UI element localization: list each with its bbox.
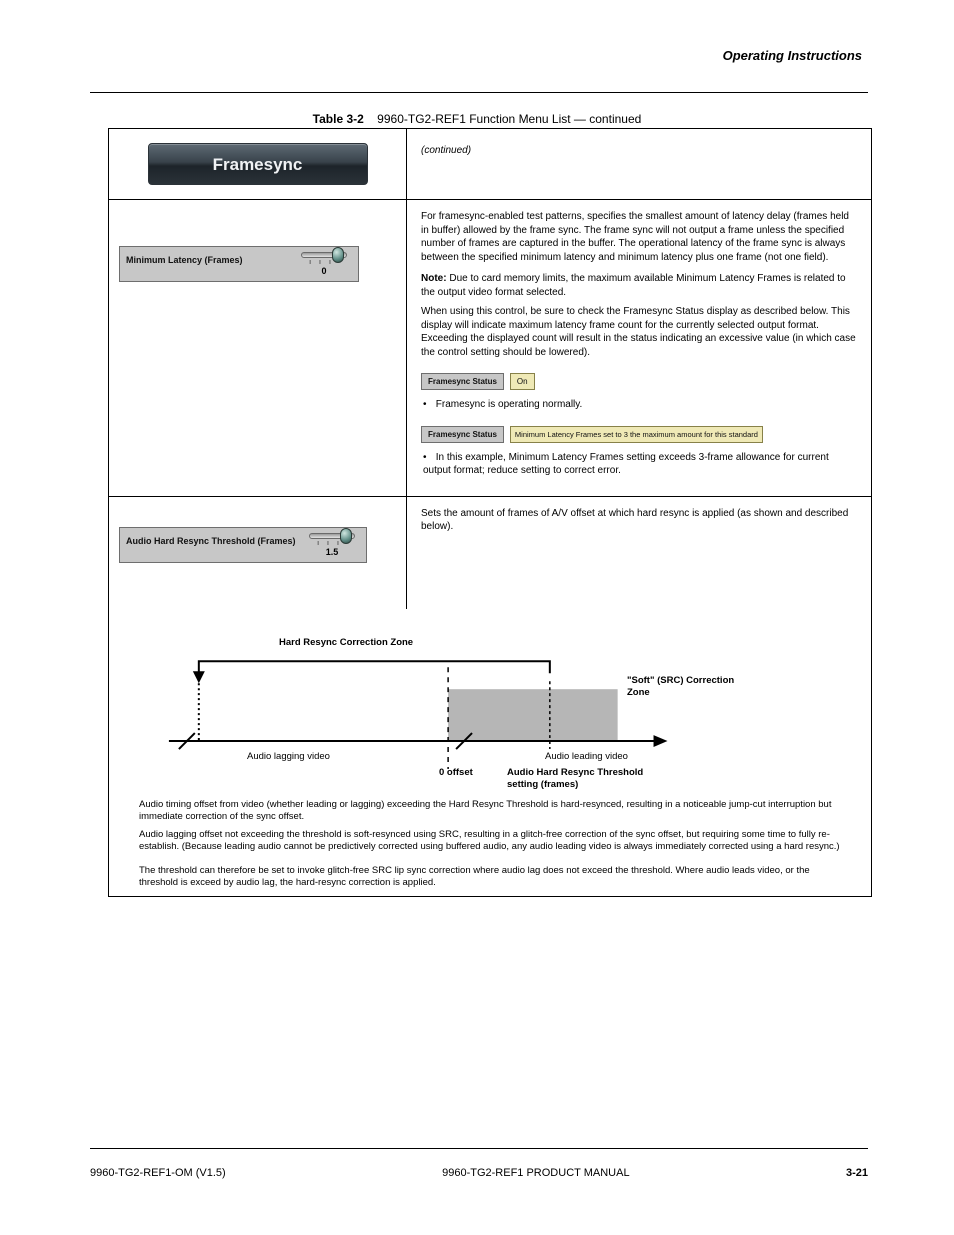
status2-bullet-text: In this example, Minimum Latency Frames … <box>423 452 829 477</box>
slider-thumb-icon[interactable] <box>332 247 344 263</box>
diagram-para1: Audio timing offset from video (whether … <box>139 799 841 824</box>
status-bullet-1: • Framesync is operating normally. <box>423 398 857 412</box>
framesync-badge: Framesync <box>148 143 368 185</box>
resync-diagram: Hard Resync Correction Zone "Soft" (SRC)… <box>139 637 841 877</box>
header-left-cell: Framesync <box>109 129 407 199</box>
note-label: Note: <box>421 273 447 284</box>
threshold-marker-label: Audio Hard Resync Threshold setting (fra… <box>507 767 657 792</box>
row-min-latency: Minimum Latency (Frames) ııı 0 For frame… <box>109 199 871 496</box>
slider-ticks: ııı <box>304 540 360 547</box>
continued-label: (continued) <box>421 145 857 156</box>
diagram-para2: Audio lagging offset not exceeding the t… <box>139 829 841 854</box>
table-caption-text: 9960-TG2-REF1 Function Menu List — conti… <box>377 112 641 126</box>
resync-value: 1.5 <box>304 547 360 557</box>
header-title: Operating Instructions <box>723 48 868 63</box>
resync-slider[interactable] <box>309 533 355 539</box>
function-table: Framesync (continued) Minimum Latency (F… <box>108 128 872 897</box>
header-rule <box>90 92 868 93</box>
status-value-1: On <box>510 373 535 390</box>
page-footer: 9960-TG2-REF1-OM (V1.5) 9960-TG2-REF1 PR… <box>90 1167 868 1179</box>
footer-page: 3-21 <box>846 1167 868 1179</box>
resync-left: Audio Hard Resync Threshold (Frames) ııı… <box>109 497 407 609</box>
hard-zone-label: Hard Resync Correction Zone <box>279 637 413 649</box>
min-latency-right: For framesync-enabled test patterns, spe… <box>407 200 871 496</box>
min-latency-left: Minimum Latency (Frames) ııı 0 <box>109 200 407 496</box>
footer-rev: 9960-TG2-REF1 PRODUCT MANUAL <box>442 1167 629 1179</box>
page: Operating Instructions Table 3-2 9960-TG… <box>0 0 954 1235</box>
soft-zone-label: "Soft" (SRC) Correction Zone <box>627 675 737 700</box>
min-latency-note: Note: Due to card memory limits, the max… <box>421 272 857 299</box>
bullet-icon: • <box>423 451 433 465</box>
min-latency-label: Minimum Latency (Frames) <box>126 252 290 265</box>
axis-left-label: Audio lagging video <box>247 751 330 763</box>
axis-right-label: Audio leading video <box>545 751 628 763</box>
min-latency-note-ex: When using this control, be sure to chec… <box>421 305 857 359</box>
diagram-para3: The threshold can therefore be set to in… <box>139 865 841 890</box>
slider-thumb-icon[interactable] <box>340 528 352 544</box>
status-label-2: Framesync Status <box>421 426 504 443</box>
min-latency-desc: For framesync-enabled test patterns, spe… <box>421 210 857 264</box>
page-header: Operating Instructions <box>90 48 868 84</box>
status-bullet-2: • In this example, Minimum Latency Frame… <box>423 451 857 478</box>
resync-desc: Sets the amount of frames of A/V offset … <box>421 507 857 534</box>
header-right-cell: (continued) <box>407 129 871 199</box>
status-label-1: Framesync Status <box>421 373 504 390</box>
note-text: Due to card memory limits, the maximum a… <box>421 273 846 298</box>
row-resync: Audio Hard Resync Threshold (Frames) ııı… <box>109 496 871 896</box>
resync-slider-wrap: ııı 1.5 <box>304 533 360 557</box>
bullet-icon: • <box>423 398 433 412</box>
status-group-1: Framesync Status On • Framesync is opera… <box>421 373 857 412</box>
resync-right: Sets the amount of frames of A/V offset … <box>407 497 871 609</box>
min-latency-slider-wrap: ııı 0 <box>296 252 352 276</box>
table-header-row: Framesync (continued) <box>109 129 871 199</box>
resync-label: Audio Hard Resync Threshold (Frames) <box>126 533 298 546</box>
status-value-2: Minimum Latency Frames set to 3 the maxi… <box>510 426 763 443</box>
table-label: Table 3-2 <box>313 112 364 126</box>
status-row-1: Framesync Status On <box>421 373 857 390</box>
table-caption: Table 3-2 9960-TG2-REF1 Function Menu Li… <box>0 112 954 126</box>
min-latency-value: 0 <box>296 266 352 276</box>
status1-bullet-text: Framesync is operating normally. <box>436 399 583 410</box>
status-group-2: Framesync Status Minimum Latency Frames … <box>421 426 857 478</box>
min-latency-slider[interactable] <box>301 252 347 258</box>
footer-doc: 9960-TG2-REF1-OM (V1.5) <box>90 1167 226 1179</box>
zero-offset-label: 0 offset <box>439 767 473 779</box>
min-latency-control[interactable]: Minimum Latency (Frames) ııı 0 <box>119 246 359 282</box>
footer-rule <box>90 1148 868 1149</box>
slider-ticks: ııı <box>296 259 352 266</box>
resync-control[interactable]: Audio Hard Resync Threshold (Frames) ııı… <box>119 527 367 563</box>
status-row-2: Framesync Status Minimum Latency Frames … <box>421 426 857 443</box>
